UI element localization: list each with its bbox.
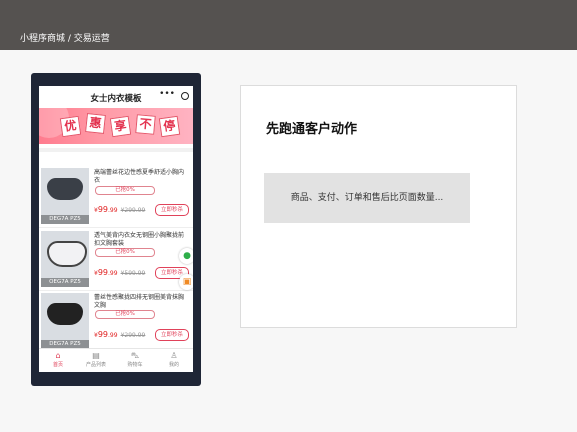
product-name: 高端蕾丝花边性感夏季舒适小胸内衣 bbox=[94, 169, 185, 184]
gift-icon[interactable]: ▣ bbox=[179, 274, 193, 290]
promo-banner[interactable]: 优 惠 享 不 停 bbox=[39, 108, 193, 144]
wechat-icon[interactable]: ● bbox=[179, 248, 193, 264]
bra-image bbox=[47, 241, 87, 267]
product-image: DEG7A PZ5 bbox=[41, 293, 89, 349]
sold-progress: 已抢0% bbox=[95, 248, 155, 257]
info-card: 先跑通客户动作 商品、支付、订单和售后比页面数量... bbox=[240, 85, 517, 328]
price-decimal: .99 bbox=[108, 207, 118, 214]
price-integer: 99 bbox=[97, 330, 109, 339]
product-item[interactable]: DEG7A PZ5 高端蕾丝花边性感夏季舒适小胸内衣 已抢0% ¥99.99 ¥2… bbox=[39, 168, 193, 226]
tab-mine[interactable]: ♙ 我的 bbox=[155, 351, 193, 369]
top-bar: 小程序商城 / 交易运营 bbox=[0, 0, 577, 50]
product-price: ¥99.99 ¥299.99 bbox=[94, 205, 145, 214]
product-item[interactable]: OEG7A PZ5 透气美背内衣女无钢圈小胸聚拢前扣文胸套装 已抢0% ¥99.… bbox=[39, 231, 193, 289]
divider bbox=[39, 227, 193, 228]
banner-char: 不 bbox=[135, 114, 156, 135]
user-icon: ♙ bbox=[170, 351, 178, 360]
tab-product-list[interactable]: ▤ 产品列表 bbox=[77, 351, 115, 369]
bottom-tab-bar: ⌂ 首页 ▤ 产品列表 ⛍ 购物车 ♙ 我的 bbox=[39, 348, 193, 372]
product-image: OEG7A PZ5 bbox=[41, 231, 89, 287]
original-price: ¥299.99 bbox=[120, 207, 146, 214]
original-price: ¥599.99 bbox=[120, 270, 146, 277]
thumb-caption: DEG7A PZ5 bbox=[41, 215, 89, 224]
product-item[interactable]: DEG7A PZ5 蕾丝性感聚拢四排无钢圈美背抹胸文胸 已抢0% ¥99.99 ¥… bbox=[39, 293, 193, 351]
bra-image bbox=[47, 178, 83, 200]
card-description: 商品、支付、订单和售后比页面数量... bbox=[264, 173, 470, 223]
tab-label: 我的 bbox=[168, 362, 179, 368]
home-icon: ⌂ bbox=[55, 351, 61, 360]
banner-char: 惠 bbox=[85, 113, 106, 134]
divider bbox=[39, 290, 193, 291]
tab-cart[interactable]: ⛍ 购物车 bbox=[116, 351, 154, 369]
tab-label: 购物车 bbox=[127, 362, 143, 368]
banner-char: 停 bbox=[158, 115, 181, 138]
price-integer: 99 bbox=[97, 268, 109, 277]
product-price: ¥99.99 ¥599.99 bbox=[94, 268, 145, 277]
cart-icon: ⛍ bbox=[130, 351, 140, 360]
tab-label: 首页 bbox=[52, 362, 63, 368]
mini-program-title-bar: 女士内衣模板 ••• bbox=[39, 86, 193, 108]
thumb-caption: OEG7A PZ5 bbox=[41, 278, 89, 287]
buy-now-button[interactable]: 立即秒杀 bbox=[155, 329, 189, 341]
bra-image bbox=[47, 303, 83, 325]
buy-now-button[interactable]: 立即秒杀 bbox=[155, 204, 189, 216]
price-decimal: .99 bbox=[108, 332, 118, 339]
product-name: 透气美背内衣女无钢圈小胸聚拢前扣文胸套装 bbox=[94, 232, 185, 247]
product-list-icon: ▤ bbox=[92, 351, 100, 360]
more-icon[interactable]: ••• bbox=[159, 89, 175, 99]
banner-char: 优 bbox=[59, 115, 82, 138]
breadcrumb: 小程序商城 / 交易运营 bbox=[20, 34, 110, 44]
tab-home[interactable]: ⌂ 首页 bbox=[39, 351, 77, 369]
price-integer: 99 bbox=[97, 205, 109, 214]
tab-label: 产品列表 bbox=[85, 362, 106, 368]
phone-screen: 女士内衣模板 ••• 优 惠 享 不 停 DEG7A PZ5 高端蕾丝花边性感夏… bbox=[39, 86, 193, 372]
product-price: ¥99.99 ¥299.99 bbox=[94, 330, 145, 339]
close-target-icon[interactable] bbox=[181, 92, 189, 100]
product-name: 蕾丝性感聚拢四排无钢圈美背抹胸文胸 bbox=[94, 294, 185, 309]
banner-char: 享 bbox=[109, 115, 132, 138]
price-decimal: .99 bbox=[108, 270, 118, 277]
original-price: ¥299.99 bbox=[120, 332, 146, 339]
card-heading: 先跑通客户动作 bbox=[266, 122, 358, 137]
sold-progress: 已抢0% bbox=[95, 310, 155, 319]
product-image: DEG7A PZ5 bbox=[41, 168, 89, 224]
sold-progress: 已抢0% bbox=[95, 186, 155, 195]
section-separator bbox=[39, 148, 193, 152]
